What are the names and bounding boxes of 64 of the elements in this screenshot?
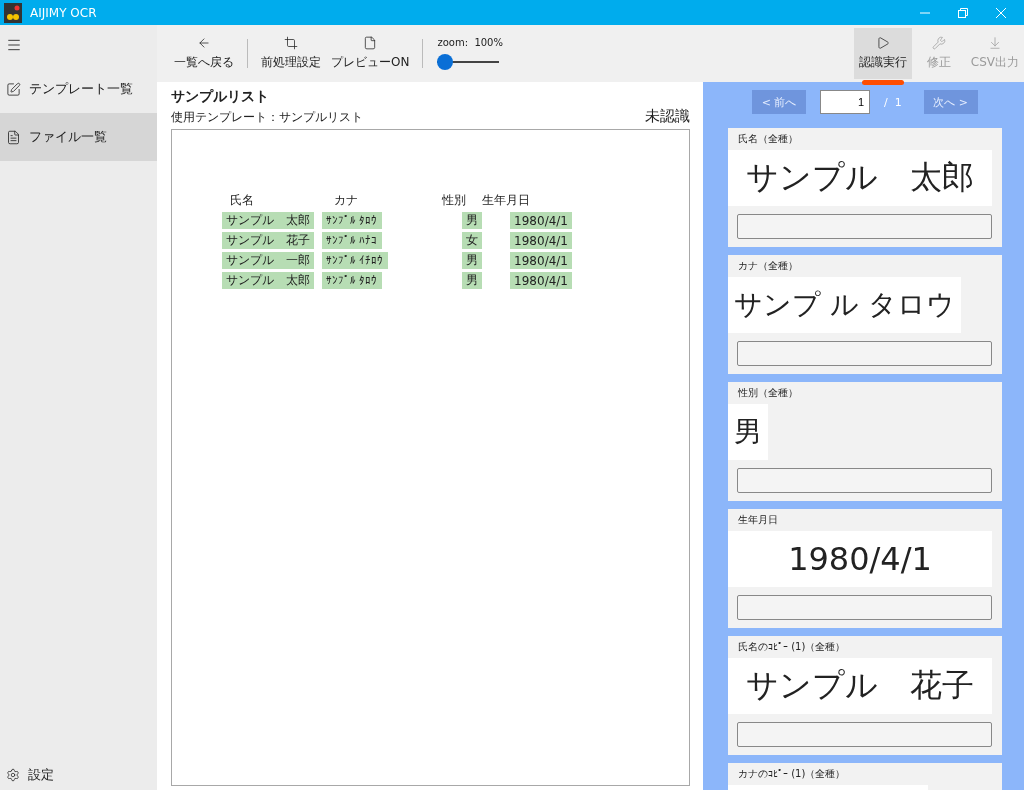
table-cell: 男 [462,212,482,229]
download-icon [987,36,1002,50]
text-snippet: サンプル 太郎 [728,150,992,206]
arrow-left-icon [197,36,211,50]
field-label: 性別（全種） [737,386,799,400]
app-logo-icon [4,2,22,23]
table-cell: サンプル 太郎 [222,212,314,229]
input-field[interactable] [737,341,992,366]
page-total: / 1 [884,95,902,109]
table-cell: ｻﾝﾌﾟﾙ ｲﾁﾛｳ [322,252,388,269]
column-heading: 氏名 [229,192,254,209]
window-title: AIJIMY OCR [30,5,97,20]
column-heading: 生年月日 [482,192,530,209]
toolbar-button[interactable]: 一覧へ戻る [169,28,239,79]
field-label: 氏名（全種） [737,132,799,146]
settings-item[interactable]: 設定 [0,760,157,790]
page-field[interactable]: 1 [820,90,870,114]
table-cell: 1980/4/1 [510,252,572,269]
field-label: 生年月日 [737,513,779,527]
play-icon [875,36,890,50]
toolbar-button[interactable]: 前処理設定 [256,28,326,79]
sidebar-item[interactable]: テンプレート一覧 [0,65,157,113]
table-cell: 男 [462,252,482,269]
field-label: カナのｺﾋﾟｰ (1)（全種） [737,767,847,781]
edit-icon [6,81,21,97]
sidebar-item[interactable]: ファイル一覧 [0,113,157,161]
table-cell: 1980/4/1 [510,232,572,249]
template-label: 使用テンプレート：サンプルリスト [171,109,363,126]
input-field[interactable] [737,722,992,747]
field-label: カナ（全種） [737,259,799,273]
wrench-icon [931,36,946,50]
table-cell: ｻﾝﾌﾟﾙ ﾀﾛｳ [322,212,382,229]
table-cell: 女 [462,232,482,249]
table-cell: 男 [462,272,482,289]
table-cell: 1980/4/1 [510,212,572,229]
table-cell: ｻﾝﾌﾟﾙ ﾀﾛｳ [322,272,382,289]
input-field[interactable] [737,595,992,620]
table-cell: サンプル 太郎 [222,272,314,289]
toolbar-button[interactable]: プレビューON [326,28,415,79]
column-heading: カナ [333,192,358,209]
restore-icon[interactable] [958,7,968,18]
table-cell: 1980/4/1 [510,272,572,289]
close-icon[interactable] [996,7,1006,18]
menu-icon[interactable] [6,37,22,53]
text-snippet: サンプル 花子 [728,658,992,714]
input-field[interactable] [737,214,992,239]
table-cell: サンプル 花子 [222,232,314,249]
document-icon [6,129,21,145]
status-label: 未認識 [645,107,690,126]
table-cell: ｻﾝﾌﾟﾙ ﾊﾅｺ [322,232,382,249]
column-heading: 性別 [442,192,466,209]
slider-thumb[interactable] [437,54,454,70]
input-field[interactable] [737,468,992,493]
crop-icon [284,36,298,50]
field-label: 氏名のｺﾋﾟｰ (1)（全種） [737,640,847,654]
zoom-label: zoom: 100% [437,37,503,48]
document-title: サンプルリスト [171,88,270,106]
text-snippet: サンプ ル タロウ [728,277,961,333]
text-snippet: 1980/4/1 [728,531,992,587]
document-icon [363,36,378,50]
settings-icon [6,768,20,782]
table-cell: サンプル 一郎 [222,252,314,269]
underline-mark [861,80,904,85]
text-snippet: 男 [728,404,768,460]
